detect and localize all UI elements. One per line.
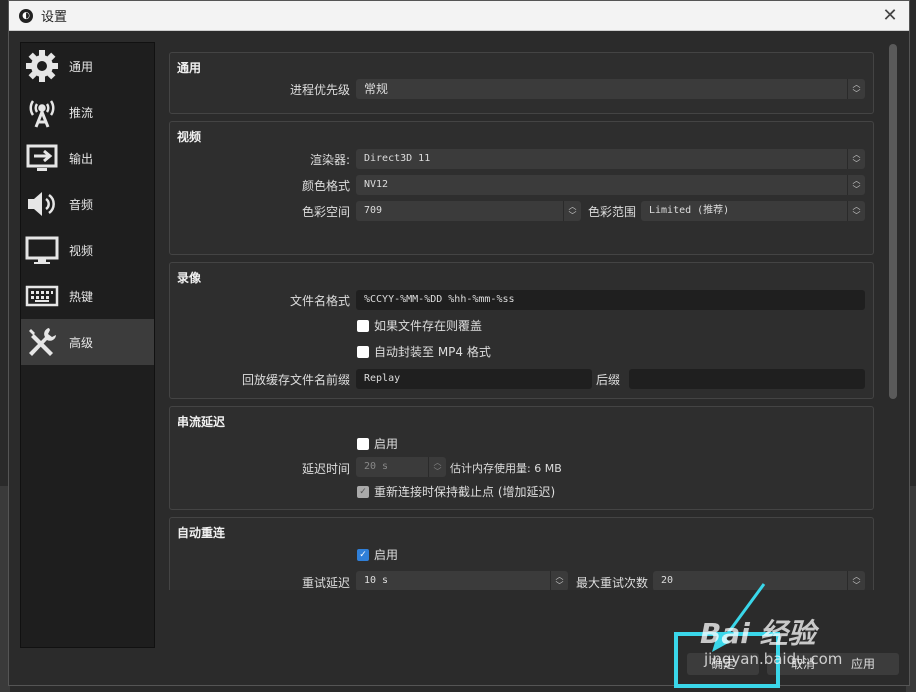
group-title-stream-delay: 串流延迟 [177, 415, 226, 429]
color-space-select[interactable]: 709 ︿ ﹀ [356, 201, 581, 221]
close-button[interactable]: ✕ [879, 5, 901, 27]
sidebar-item-video[interactable]: 视频 [21, 227, 154, 273]
watermark-logo: Bai 经验 [700, 617, 816, 650]
suffix-label: 后缀 [596, 373, 621, 387]
auto-reconnect-enable-checkbox[interactable]: ✓ 启用 [357, 546, 398, 563]
group-title-auto-reconnect: 自动重连 [177, 526, 226, 540]
stream-delay-enable-label: 启用 [374, 437, 399, 451]
retry-delay-value: 10 s [364, 575, 389, 586]
checkbox-box [357, 319, 369, 332]
filename-format-input[interactable]: %CCYY-%MM-%DD %hh-%mm-%ss [356, 290, 865, 310]
sidebar-item-general[interactable]: 通用 [21, 43, 154, 89]
remux-label: 自动封装至 MP4 格式 [374, 345, 491, 359]
checkbox-box [357, 345, 369, 358]
delay-time-value: 20 s [364, 461, 389, 472]
chevron-updown-icon: ︿ ﹀ [847, 149, 865, 169]
process-priority-select[interactable]: 常规 ︿ ﹀ [356, 79, 865, 99]
renderer-label: 渲染器: [309, 153, 350, 167]
sidebar-item-label: 通用 [69, 59, 94, 74]
video-group: 视频 渲染器: Direct3D 11 ︿ ﹀ 颜色格式 NV12 ︿ ﹀ 色彩空间… [169, 121, 874, 255]
sidebar-item-label: 音频 [69, 197, 94, 212]
chevron-updown-icon: ︿ ﹀ [563, 201, 581, 221]
wrench-screwdriver-icon [23, 323, 61, 361]
sidebar-item-output[interactable]: 输出 [21, 135, 154, 181]
sidebar-item-hotkeys[interactable]: 热键 [21, 273, 154, 319]
preserve-cutoff-checkbox[interactable]: ✓ 重新连接时保持截止点 (增加延迟) [357, 483, 555, 500]
color-space-value: 709 [364, 205, 383, 216]
dialog-title: 设置 [41, 10, 68, 25]
recording-group: 录像 文件名格式 %CCYY-%MM-%DD %hh-%mm-%ss 如果文件存… [169, 262, 874, 399]
max-retries-value: 20 [661, 575, 674, 586]
overwrite-checkbox[interactable]: 如果文件存在则覆盖 [357, 317, 482, 334]
color-format-value: NV12 [364, 179, 389, 190]
preserve-cutoff-label: 重新连接时保持截止点 (增加延迟) [374, 485, 556, 499]
process-priority-value: 常规 [364, 82, 389, 96]
color-range-select[interactable]: Limited (推荐) ︿ ﹀ [641, 201, 865, 221]
chevron-updown-icon: ︿ ﹀ [847, 175, 865, 195]
filename-format-label: 文件名格式 [289, 294, 350, 308]
content-scrollbar[interactable] [887, 42, 899, 590]
checkbox-box: ✓ [357, 485, 369, 498]
watermark: Bai 经验 jingyan.baidu.com [700, 612, 842, 668]
settings-content: 通用 进程优先级 常规 ︿ ﹀ 视频 渲染器: Direct3D 11 ︿ ﹀ 颜色… [169, 42, 881, 590]
sidebar-item-label: 热键 [69, 289, 94, 304]
renderer-value: Direct3D 11 [364, 153, 431, 164]
speaker-icon [23, 185, 61, 223]
overwrite-label: 如果文件存在则覆盖 [374, 319, 483, 333]
title-bar[interactable]: ◐ 设置 ✕ [9, 1, 909, 31]
group-title-recording: 录像 [177, 271, 202, 285]
gear-icon [23, 47, 61, 85]
color-range-value: Limited (推荐) [649, 205, 730, 216]
stream-delay-group: 串流延迟 启用 延迟时间 20 s ︿ ﹀ 估计内存使用量: 6 MB ✓ 重新连… [169, 406, 874, 510]
obs-logo-icon: ◐ [19, 8, 33, 23]
chevron-updown-icon: ︿ ﹀ [847, 79, 865, 99]
memory-estimate-text: 估计内存使用量: 6 MB [450, 462, 562, 475]
sidebar-item-advanced[interactable]: 高级 [21, 319, 154, 365]
group-title-video: 视频 [177, 130, 202, 144]
replay-prefix-input[interactable]: Replay [356, 369, 592, 389]
output-icon [23, 139, 61, 177]
settings-sidebar: 通用 推流 输出 音频 视频 热键 高级 [20, 42, 155, 648]
retry-delay-label: 重试延迟 [301, 576, 350, 590]
monitor-icon [23, 231, 61, 269]
checkbox-box: ✓ [357, 548, 369, 561]
stream-delay-enable-checkbox[interactable]: 启用 [357, 435, 398, 452]
delay-time-label: 延迟时间 [301, 462, 350, 476]
broadcast-icon [23, 93, 61, 131]
settings-dialog: ◐ 设置 ✕ 通用 推流 输出 音频 视频 热键 高级 通用 进程优先级 常规 … [8, 0, 910, 686]
sidebar-item-label: 高级 [69, 335, 94, 350]
retry-delay-spinbox[interactable]: 10 s ︿ ﹀ [356, 571, 568, 590]
checkbox-box [357, 437, 369, 450]
remux-checkbox[interactable]: 自动封装至 MP4 格式 [357, 343, 491, 360]
max-retries-label: 最大重试次数 [575, 576, 648, 590]
color-format-select[interactable]: NV12 ︿ ﹀ [356, 175, 865, 195]
sidebar-item-label: 推流 [69, 105, 94, 120]
suffix-input[interactable] [629, 369, 865, 389]
color-range-label: 色彩范围 [587, 205, 636, 219]
spin-arrows-icon: ︿ ﹀ [550, 571, 568, 590]
delay-time-spinbox[interactable]: 20 s ︿ ﹀ [356, 457, 446, 477]
process-priority-label: 进程优先级 [289, 83, 350, 97]
color-space-label: 色彩空间 [301, 205, 350, 219]
color-format-label: 颜色格式 [301, 179, 350, 193]
sidebar-item-label: 输出 [69, 151, 94, 166]
chevron-updown-icon: ︿ ﹀ [847, 201, 865, 221]
sidebar-item-label: 视频 [69, 243, 94, 258]
scrollbar-thumb[interactable] [889, 44, 897, 399]
watermark-url: jingyan.baidu.com [704, 650, 843, 668]
renderer-select[interactable]: Direct3D 11 ︿ ﹀ [356, 149, 865, 169]
sidebar-item-audio[interactable]: 音频 [21, 181, 154, 227]
sidebar-item-stream[interactable]: 推流 [21, 89, 154, 135]
replay-prefix-label: 回放缓存文件名前缀 [241, 373, 350, 387]
spin-arrows-icon: ︿ ﹀ [847, 571, 865, 590]
spin-arrows-icon: ︿ ﹀ [428, 457, 446, 477]
keyboard-icon [23, 277, 61, 315]
group-title-general: 通用 [177, 61, 202, 75]
general-group: 通用 进程优先级 常规 ︿ ﹀ [169, 52, 874, 114]
auto-reconnect-enable-label: 启用 [374, 548, 399, 562]
